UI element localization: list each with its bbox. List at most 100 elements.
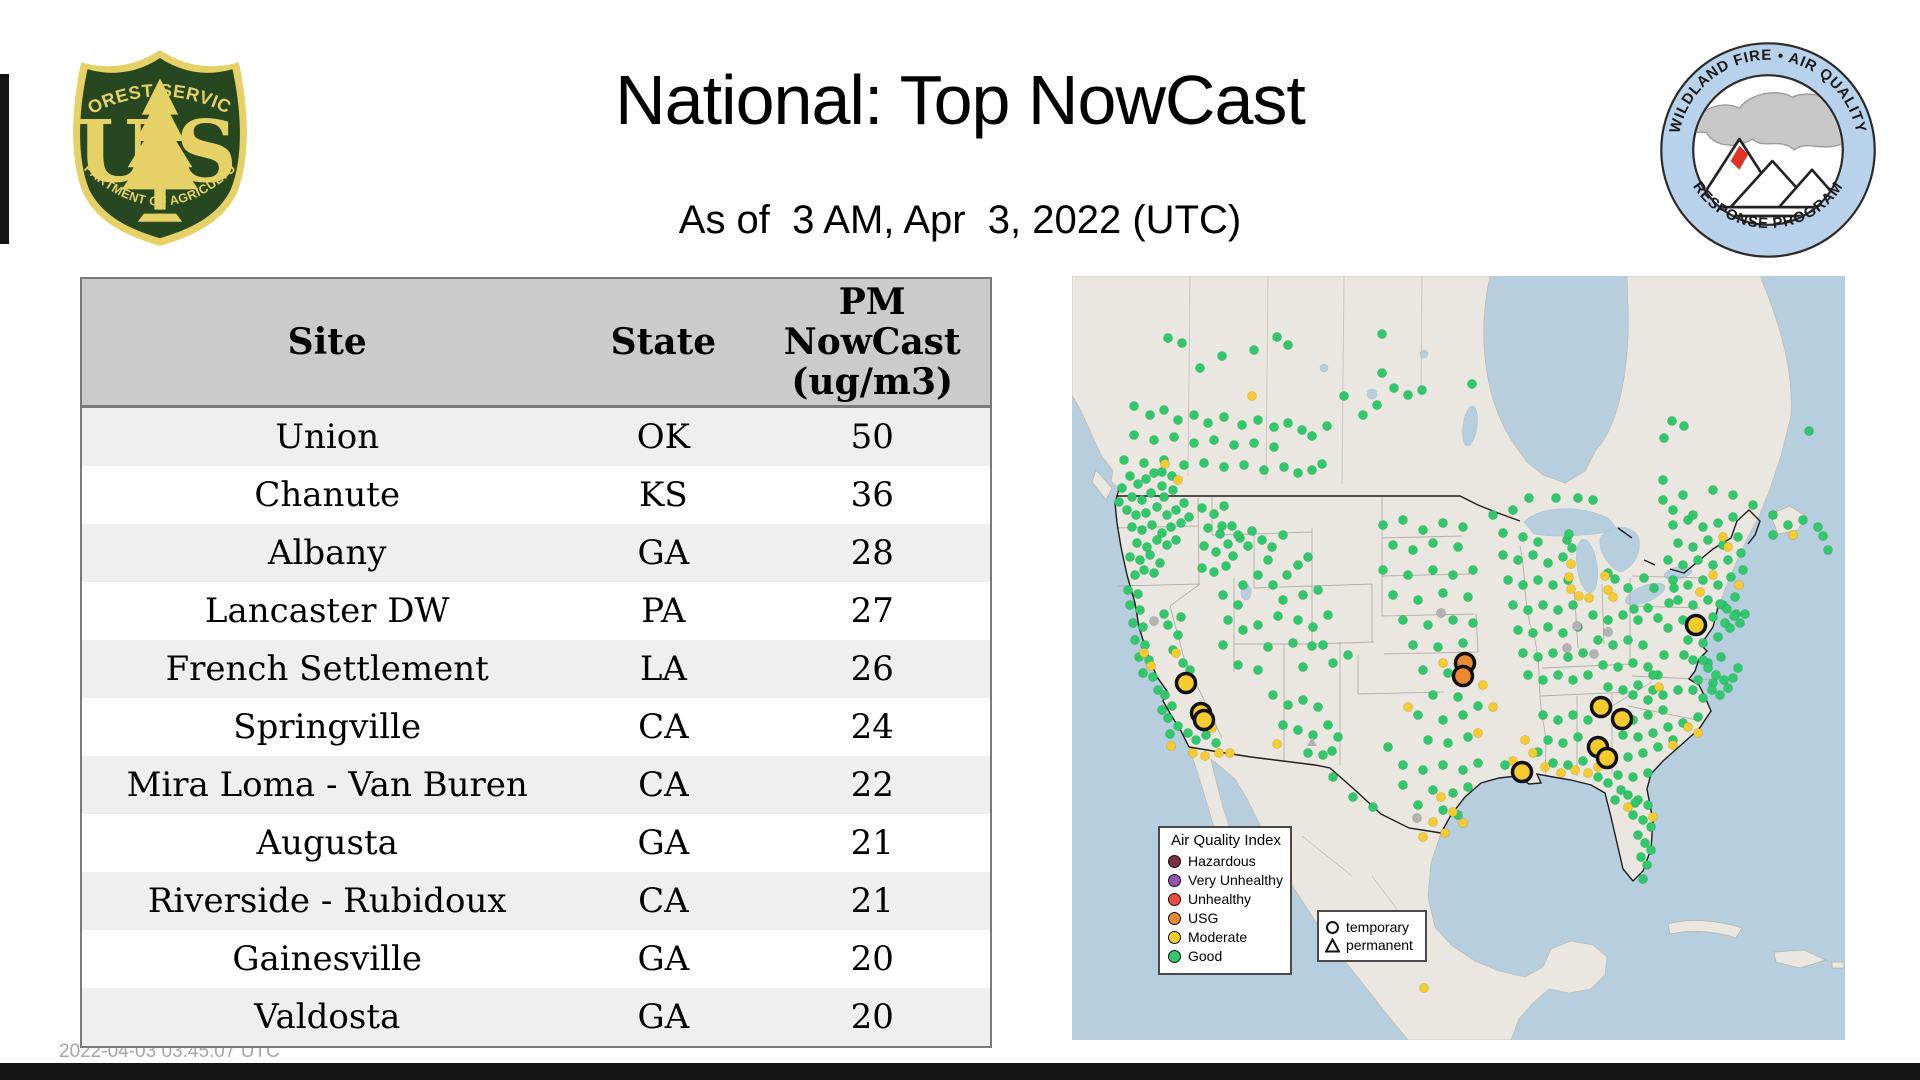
monitor-dot bbox=[1725, 622, 1736, 633]
aqi-color-swatch-icon bbox=[1168, 949, 1181, 963]
monitor-dot bbox=[1130, 569, 1141, 580]
monitor-dot bbox=[1537, 599, 1548, 610]
monitor-dot bbox=[1407, 544, 1418, 555]
monitor-dot bbox=[1730, 591, 1741, 602]
monitor-dot bbox=[1512, 554, 1523, 565]
top-site-marker bbox=[1174, 671, 1198, 695]
monitor-dot bbox=[1162, 509, 1173, 520]
monitor-dot bbox=[1703, 534, 1714, 545]
monitor-dot bbox=[1402, 701, 1413, 712]
monitor-dot bbox=[1152, 501, 1163, 512]
monitor-dot bbox=[1387, 539, 1398, 550]
table-cell: Mira Loma - Van Buren bbox=[126, 765, 528, 805]
monitor-dot bbox=[1327, 771, 1338, 782]
monitor-dot bbox=[1768, 509, 1779, 520]
monitor-dot bbox=[1734, 579, 1745, 590]
monitor-dot bbox=[1711, 669, 1722, 680]
monitor-dot bbox=[1659, 649, 1670, 660]
monitor-dot bbox=[1302, 747, 1313, 758]
monitor-dot bbox=[1673, 594, 1684, 605]
monitor-dot bbox=[1139, 647, 1150, 658]
monitor-dot bbox=[1507, 504, 1518, 515]
monitor-dot bbox=[1527, 747, 1538, 758]
monitor-dot bbox=[1557, 551, 1568, 562]
monitor-dot bbox=[1457, 637, 1468, 648]
monitor-dot bbox=[1527, 549, 1538, 560]
monitor-dot bbox=[1437, 714, 1448, 725]
monitor-dot bbox=[1523, 492, 1534, 503]
monitor-dot bbox=[1417, 664, 1428, 675]
monitor-dot bbox=[1532, 574, 1543, 585]
monitor-dot bbox=[1417, 832, 1428, 843]
monitor-dot bbox=[1567, 674, 1578, 685]
monitor-dot bbox=[1312, 701, 1323, 712]
monitor-dot bbox=[1562, 651, 1573, 662]
monitor-dot bbox=[1598, 659, 1609, 670]
monitor-dot bbox=[1128, 617, 1139, 628]
monitor-dot bbox=[1658, 494, 1669, 505]
table-header: Site State PM NowCast (ug/m3) bbox=[81, 278, 991, 408]
monitor-dot bbox=[1237, 624, 1248, 635]
monitor-dot bbox=[1322, 609, 1333, 620]
monitor-dot bbox=[1407, 639, 1418, 650]
monitor-dot bbox=[1633, 614, 1644, 625]
monitor-dot bbox=[1713, 579, 1724, 590]
monitor-dot bbox=[1127, 521, 1138, 532]
monitor-dot bbox=[1457, 709, 1468, 720]
monitor-dot bbox=[1141, 507, 1152, 518]
monitor-dot bbox=[1267, 579, 1278, 590]
monitor-dot bbox=[1698, 692, 1709, 703]
monitor-dot bbox=[1678, 559, 1689, 570]
table-row: Gainesville GA 20 bbox=[81, 930, 991, 988]
monitor-dot bbox=[1197, 502, 1208, 513]
page-subtitle: As of 3 AM, Apr 3, 2022 (UTC) bbox=[678, 198, 1242, 242]
table-body: Union OK 50 Chanute KS 36 Albany GA 28 Lancaster … bbox=[81, 406, 991, 1047]
monitor-dot bbox=[1427, 817, 1438, 828]
monitor-dot bbox=[1179, 497, 1190, 508]
monitor-dot bbox=[1643, 800, 1654, 811]
monitor-dot bbox=[1593, 634, 1604, 645]
aqi-color-swatch-icon bbox=[1168, 892, 1181, 906]
monitor-dot bbox=[1539, 761, 1550, 772]
monitor-dot bbox=[1703, 594, 1714, 605]
monitor-dot bbox=[1723, 541, 1734, 552]
monitor-dot bbox=[1512, 624, 1523, 635]
monitor-dot bbox=[1167, 700, 1178, 711]
monitor-dot bbox=[1695, 586, 1706, 597]
monitor-dot bbox=[1462, 731, 1473, 742]
monitor-dot bbox=[1141, 473, 1152, 484]
aqi-color-swatch-icon bbox=[1168, 930, 1181, 944]
monitor-dot bbox=[1563, 571, 1574, 582]
monitor-dot bbox=[1248, 437, 1259, 448]
monitor-dot bbox=[1708, 559, 1719, 570]
monitor-dot bbox=[1708, 484, 1719, 495]
monitor-dot bbox=[1427, 784, 1438, 795]
monitor-dot bbox=[1550, 492, 1561, 503]
monitor-dot bbox=[1639, 572, 1650, 583]
monitor-dot bbox=[1713, 517, 1724, 528]
col-header-site: Site bbox=[81, 278, 573, 408]
monitor-dot bbox=[1282, 340, 1293, 351]
monitor-dot bbox=[1623, 751, 1634, 762]
monitor-dot bbox=[1252, 664, 1263, 675]
monitor-dot bbox=[1226, 520, 1237, 531]
marker-legend-label: permanent bbox=[1346, 937, 1413, 953]
monitor-dot bbox=[1173, 720, 1184, 731]
monitor-dot bbox=[1382, 741, 1393, 752]
monitor-dot bbox=[1322, 719, 1333, 730]
monitor-dot bbox=[1716, 651, 1727, 662]
monitor-dot bbox=[1252, 619, 1263, 630]
monitor-dot bbox=[1693, 674, 1704, 685]
monitor-dot bbox=[1125, 599, 1136, 610]
monitor-dot bbox=[1199, 540, 1210, 551]
monitor-dot bbox=[1600, 570, 1611, 581]
monitor-dot bbox=[1447, 788, 1458, 799]
aqi-legend-item: Moderate bbox=[1168, 929, 1284, 945]
monitor-dot bbox=[1798, 514, 1809, 525]
monitor-dot bbox=[1199, 750, 1210, 761]
monitor-dot bbox=[1163, 619, 1174, 630]
aqi-legend-label: Very Unhealthy bbox=[1188, 872, 1283, 888]
monitor-dot bbox=[1217, 639, 1228, 650]
monitor-dot bbox=[1629, 603, 1640, 614]
monitor-dot bbox=[1664, 597, 1675, 608]
